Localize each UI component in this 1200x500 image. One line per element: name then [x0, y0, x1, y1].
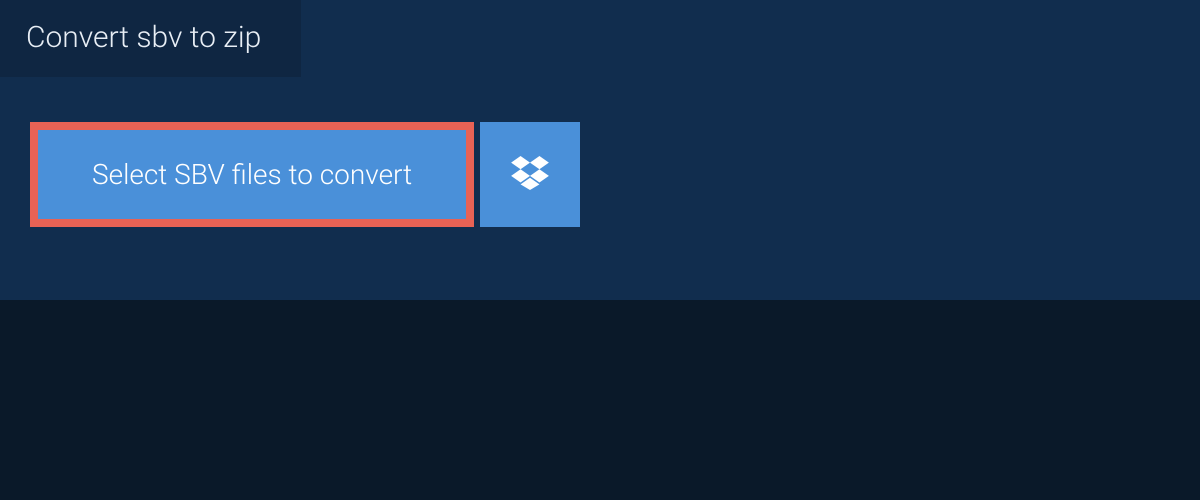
active-tab[interactable]: Convert sbv to zip — [0, 0, 301, 77]
tab-title: Convert sbv to zip — [26, 20, 261, 55]
dropbox-icon — [511, 156, 549, 194]
select-files-label: Select SBV files to convert — [92, 158, 412, 191]
converter-panel: Convert sbv to zip Select SBV files to c… — [0, 0, 1200, 300]
action-button-row: Select SBV files to convert — [30, 122, 1200, 227]
dropbox-button[interactable] — [480, 122, 580, 227]
select-files-button[interactable]: Select SBV files to convert — [30, 122, 474, 227]
